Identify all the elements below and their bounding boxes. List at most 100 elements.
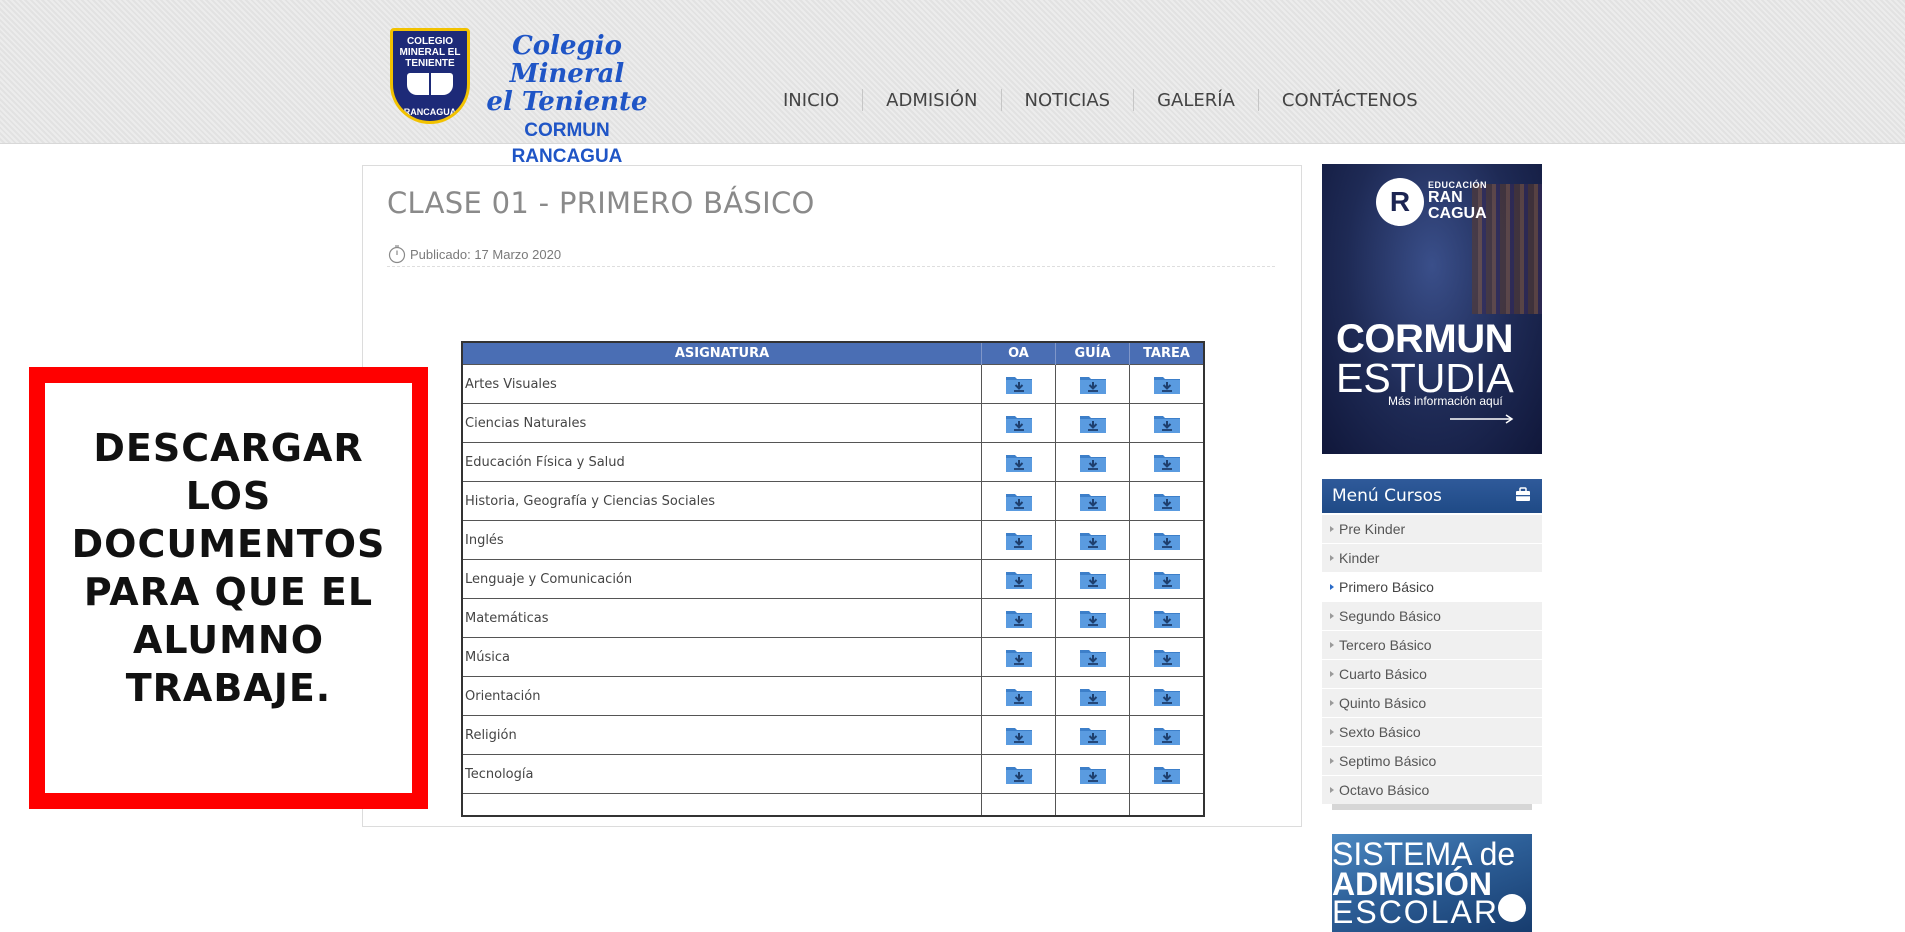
folder-download-icon[interactable] <box>1153 606 1181 630</box>
folder-download-icon[interactable] <box>1153 489 1181 513</box>
bullet-arrow-icon <box>1330 787 1334 793</box>
folder-download-icon[interactable] <box>1153 762 1181 786</box>
subject-name: Educación Física y Salud <box>461 442 982 482</box>
table-row: Música <box>461 637 1205 677</box>
book-icon <box>407 73 453 95</box>
subject-name: Matemáticas <box>461 598 982 638</box>
folder-download-icon[interactable] <box>1005 762 1033 786</box>
subject-name: Música <box>461 637 982 677</box>
folder-download-icon[interactable] <box>1005 489 1033 513</box>
page-title: CLASE 01 - PRIMERO BÁSICO <box>387 186 815 220</box>
menu-item-course[interactable]: Kinder <box>1322 544 1542 572</box>
folder-download-icon[interactable] <box>1079 762 1107 786</box>
cormun-estudia-banner[interactable]: R EDUCACIÓN RAN CAGUA CORMUN ESTUDIA Más… <box>1322 164 1542 454</box>
folder-download-icon[interactable] <box>1153 411 1181 435</box>
nav-inicio[interactable]: INICIO <box>760 90 862 111</box>
empty-cell <box>1055 793 1130 817</box>
folder-download-icon[interactable] <box>1005 645 1033 669</box>
folder-download-icon[interactable] <box>1079 606 1107 630</box>
tarea-cell <box>1129 676 1205 716</box>
folder-download-icon[interactable] <box>1005 567 1033 591</box>
folder-download-icon[interactable] <box>1005 723 1033 747</box>
oa-cell <box>981 442 1056 482</box>
folder-download-icon[interactable] <box>1153 723 1181 747</box>
nav-galeria[interactable]: GALERÍA <box>1134 90 1258 111</box>
oa-cell <box>981 559 1056 599</box>
brand-line-1: RAN <box>1428 189 1463 206</box>
rancagua-logo-icon: R <box>1376 178 1424 226</box>
school-crest-icon: COLEGIO MINERAL EL TENIENTE RANCAGUA <box>390 28 470 124</box>
meta-divider <box>387 266 1275 267</box>
bullet-arrow-icon <box>1330 584 1334 590</box>
oa-cell <box>981 637 1056 677</box>
subjects-table: ASIGNATURA OA GUÍA TAREA Artes Visuales C… <box>461 341 1205 817</box>
menu-item-label: Septimo Básico <box>1339 753 1437 769</box>
table-row: Ciencias Naturales <box>461 403 1205 443</box>
menu-item-label: Sexto Básico <box>1339 724 1421 740</box>
table-row: Artes Visuales <box>461 364 1205 404</box>
table-row: Matemáticas <box>461 598 1205 638</box>
menu-item-label: Quinto Básico <box>1339 695 1427 711</box>
menu-item-course[interactable]: Pre Kinder <box>1322 515 1542 543</box>
bullet-arrow-icon <box>1330 758 1334 764</box>
bullet-arrow-icon <box>1330 613 1334 619</box>
subject-name: Orientación <box>461 676 982 716</box>
folder-download-icon[interactable] <box>1005 528 1033 552</box>
folder-download-icon[interactable] <box>1079 567 1107 591</box>
menu-item-course[interactable]: Quinto Básico <box>1322 689 1542 717</box>
folder-download-icon[interactable] <box>1079 528 1107 552</box>
banner-info-link[interactable]: Más información aquí <box>1388 394 1503 408</box>
menu-item-course[interactable]: Cuarto Básico <box>1322 660 1542 688</box>
menu-item-course[interactable]: Tercero Básico <box>1322 631 1542 659</box>
bullet-arrow-icon <box>1330 729 1334 735</box>
table-header-row: ASIGNATURA OA GUÍA TAREA <box>462 342 1204 365</box>
tarea-cell <box>1129 637 1205 677</box>
folder-download-icon[interactable] <box>1153 528 1181 552</box>
crest-top-text: COLEGIO MINERAL EL TENIENTE <box>399 36 461 69</box>
menu-item-course[interactable]: Septimo Básico <box>1322 747 1542 775</box>
menu-item-course[interactable]: Octavo Básico <box>1322 776 1542 804</box>
folder-download-icon[interactable] <box>1005 372 1033 396</box>
logo-line-3: CORMUN RANCAGUA <box>511 120 623 167</box>
folder-download-icon[interactable] <box>1079 489 1107 513</box>
guia-cell <box>1055 715 1130 755</box>
admision-escolar-banner[interactable]: SISTEMA de ADMISIÓN ESCOLAR <box>1332 834 1532 932</box>
school-logo[interactable]: COLEGIO MINERAL EL TENIENTE RANCAGUA Col… <box>390 26 660 167</box>
folder-download-icon[interactable] <box>1005 450 1033 474</box>
menu-item-label: Segundo Básico <box>1339 608 1441 624</box>
bullet-arrow-icon <box>1330 526 1334 532</box>
oa-cell <box>981 364 1056 404</box>
menu-item-course[interactable]: Primero Básico <box>1322 573 1542 601</box>
tarea-cell <box>1129 403 1205 443</box>
folder-download-icon[interactable] <box>1079 645 1107 669</box>
tarea-cell <box>1129 442 1205 482</box>
col-asignatura: ASIGNATURA <box>462 342 982 365</box>
nav-admision[interactable]: ADMISIÓN <box>863 90 1000 111</box>
folder-download-icon[interactable] <box>1079 411 1107 435</box>
folder-download-icon[interactable] <box>1005 684 1033 708</box>
folder-download-icon[interactable] <box>1079 723 1107 747</box>
subject-name: Historia, Geografía y Ciencias Sociales <box>461 481 982 521</box>
col-oa: OA <box>981 342 1056 365</box>
folder-download-icon[interactable] <box>1079 450 1107 474</box>
folder-download-icon[interactable] <box>1079 684 1107 708</box>
folder-download-icon[interactable] <box>1153 645 1181 669</box>
menu-item-course[interactable]: Sexto Básico <box>1322 718 1542 746</box>
menu-item-label: Pre Kinder <box>1339 521 1406 537</box>
folder-download-icon[interactable] <box>1005 411 1033 435</box>
folder-download-icon[interactable] <box>1005 606 1033 630</box>
nav-noticias[interactable]: NOTICIAS <box>1002 90 1134 111</box>
oa-cell <box>981 520 1056 560</box>
menu-item-course[interactable]: Segundo Básico <box>1322 602 1542 630</box>
folder-download-icon[interactable] <box>1153 450 1181 474</box>
subject-name: Artes Visuales <box>461 364 982 404</box>
subject-name: Inglés <box>461 520 982 560</box>
folder-download-icon[interactable] <box>1153 372 1181 396</box>
nav-contactenos[interactable]: CONTÁCTENOS <box>1259 90 1441 111</box>
tarea-cell <box>1129 754 1205 794</box>
empty-cell <box>461 793 982 817</box>
folder-download-icon[interactable] <box>1153 684 1181 708</box>
folder-download-icon[interactable] <box>1079 372 1107 396</box>
folder-download-icon[interactable] <box>1153 567 1181 591</box>
crest-bottom-text: RANCAGUA <box>403 107 457 117</box>
